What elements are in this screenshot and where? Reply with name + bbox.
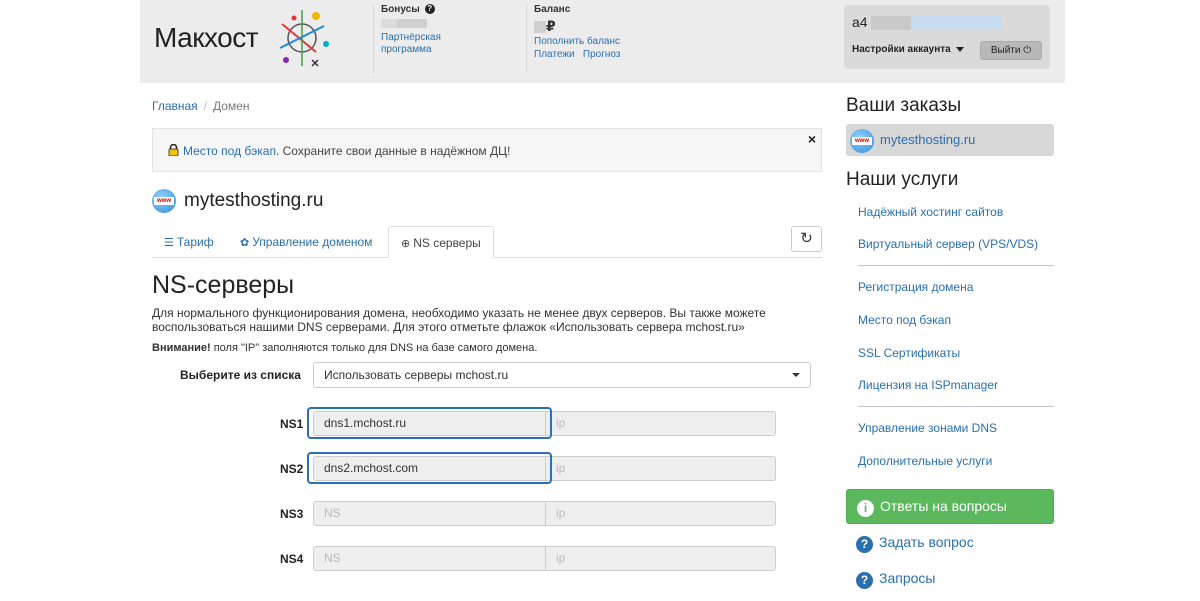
help-icon[interactable]: ? (424, 4, 435, 14)
power-icon: ⏻ (1023, 45, 1032, 56)
close-icon[interactable]: × (808, 131, 816, 147)
site-logo[interactable]: Макхост (154, 4, 344, 72)
service-hosting[interactable]: Надёжный хостинг сайтов (858, 205, 1003, 219)
ns2-ip-input[interactable]: ip (545, 456, 776, 481)
ns3-input[interactable]: NS (313, 501, 546, 526)
refresh-icon: ↻ (800, 230, 813, 247)
question-icon: ? (856, 572, 873, 589)
service-additional[interactable]: Дополнительные услуги (858, 454, 992, 468)
globe-icon: ⊕ (401, 238, 411, 250)
breadcrumb: Главная / Домен (152, 99, 250, 113)
chevron-down-icon (792, 373, 800, 377)
services-title: Наши услуги (846, 169, 959, 190)
bonuses-block: Бонусы? Партнёрская программа (381, 4, 451, 56)
ns3-ip-input[interactable]: ip (545, 501, 776, 526)
service-ispmanager[interactable]: Лицензия на ISPmanager (858, 378, 998, 392)
lock-icon (168, 144, 179, 156)
sidebar-divider (858, 265, 1054, 266)
ns4-ip-input[interactable]: ip (545, 546, 776, 571)
backup-link[interactable]: Место под бэкап (183, 144, 276, 158)
ns1-highlight (307, 407, 552, 439)
username-redacted (871, 16, 912, 31)
section-title: NS-серверы (152, 271, 295, 299)
account-user: a4 (852, 14, 1002, 31)
chevron-down-icon (955, 46, 964, 52)
service-dns-zones[interactable]: Управление зонами DNS (858, 421, 997, 435)
service-backup[interactable]: Место под бэкап (858, 313, 951, 327)
ns-description: Для нормального функционирования домена,… (152, 306, 766, 334)
domain-tabs: ☰ Тариф ✿ Управление доменом ⊕ NS серверы (152, 226, 822, 258)
sidebar-divider (858, 406, 1054, 407)
www-globe-icon (850, 128, 874, 153)
partner-program-link[interactable]: Партнёрская программа (381, 32, 441, 56)
ask-question-link[interactable]: ? Задать вопрос (856, 534, 974, 553)
username-redacted (911, 16, 1002, 31)
faq-button[interactable]: i Ответы на вопросы (846, 489, 1054, 524)
logo-graphic-icon (279, 10, 329, 67)
requests-link[interactable]: ? Запросы (856, 570, 935, 589)
balance-title: Баланс (534, 4, 571, 15)
ns-preset-select[interactable]: Использовать серверы mchost.ru (313, 362, 811, 388)
www-globe-icon (152, 189, 176, 213)
bonus-amount-redacted (381, 18, 397, 28)
tab-tariff[interactable]: ☰ Тариф (164, 226, 214, 258)
balance-amount-redacted (534, 21, 546, 34)
ns1-label: NS1 (280, 417, 304, 431)
select-label: Выберите из списка (180, 368, 301, 382)
bonuses-title: Бонусы (381, 4, 420, 15)
tab-domain-management[interactable]: ✿ Управление доменом (240, 226, 372, 258)
ns-warning: Внимание! поля "IP" заполняются только д… (152, 342, 538, 354)
logo-text: Макхост (154, 22, 259, 53)
ns2-highlight (307, 452, 552, 484)
service-vps[interactable]: Виртуальный сервер (VPS/VDS) (858, 237, 1038, 251)
orders-title: Ваши заказы (846, 95, 962, 116)
tab-ns-servers[interactable]: ⊕ NS серверы (388, 226, 494, 258)
currency-sign: ₽ (546, 18, 556, 34)
account-settings-dropdown[interactable]: Настройки аккаунта (852, 44, 964, 55)
info-icon: i (857, 500, 874, 517)
header-divider (373, 5, 374, 73)
question-icon: ? (856, 536, 873, 553)
bonus-amount-redacted (397, 18, 427, 28)
topup-balance-link[interactable]: Пополнить баланс (534, 36, 620, 48)
refresh-button[interactable]: ↻ (791, 226, 822, 252)
balance-block: Баланс ₽ Пополнить баланс Платежи Прогно… (534, 4, 620, 61)
payments-link[interactable]: Платежи (534, 49, 575, 61)
ns2-label: NS2 (280, 462, 304, 476)
header-divider (526, 5, 527, 73)
ns3-label: NS3 (280, 507, 304, 521)
breadcrumb-current: Домен (213, 99, 250, 113)
order-item[interactable]: mytesthosting.ru (846, 124, 1054, 156)
ns4-input[interactable]: NS (313, 546, 546, 571)
logout-button[interactable]: Выйти ⏻ (980, 41, 1042, 60)
backup-promo-alert: Место под бэкап. Сохраните свои данные в… (152, 128, 822, 172)
sliders-icon: ☰ (164, 237, 174, 249)
service-domain-registration[interactable]: Регистрация домена (858, 280, 973, 294)
ns1-ip-input[interactable]: ip (545, 411, 776, 436)
account-panel: a4 Настройки аккаунта Выйти ⏻ (844, 5, 1050, 69)
service-ssl[interactable]: SSL Сертификаты (858, 346, 960, 360)
breadcrumb-home[interactable]: Главная (152, 99, 198, 113)
forecast-link[interactable]: Прогноз (583, 49, 621, 61)
gear-icon: ✿ (240, 237, 250, 249)
domain-title: mytesthosting.ru (152, 189, 323, 213)
ns4-label: NS4 (280, 552, 304, 566)
